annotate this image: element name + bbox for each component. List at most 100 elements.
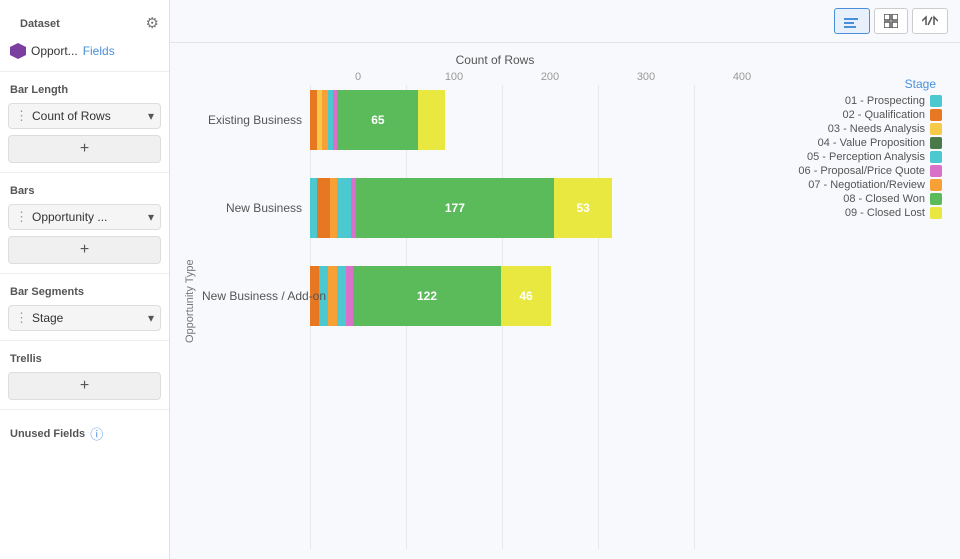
bar-row: Existing Business65 [310,85,790,155]
trellis-label: Trellis [0,347,169,369]
legend-color-swatch [930,165,942,177]
legend-item: 05 - Perception Analysis [798,151,942,163]
view-bar-button[interactable] [834,8,870,34]
bar-segments-pill[interactable]: ⋮ Stage ▾ [8,305,161,331]
view-grid-button[interactable] [874,8,908,34]
legend-item: 08 - Closed Won [798,193,942,205]
bar-segment: 65 [337,90,418,150]
divider-3 [0,273,169,274]
bar-stack: 17753 [310,178,612,238]
bar-label: New Business / Add-on [202,289,302,303]
legend-item-label: 03 - Needs Analysis [828,123,925,135]
x-tick-0: 0 [310,71,406,83]
bars-area: Existing Business65New Business17753New … [200,85,790,549]
chart-inner: Count of Rows 0 100 200 300 400 [200,53,790,549]
bar-chart-icon [844,14,860,28]
legend-item: 03 - Needs Analysis [798,123,942,135]
legend-item-label: 08 - Closed Won [843,193,925,205]
dataset-row: Opport... Fields [0,40,169,65]
x-axis: 0 100 200 300 400 [200,71,790,83]
legend-item: 02 - Qualification [798,109,942,121]
x-tick-100: 100 [406,71,502,83]
unused-fields-label: Unused Fields [10,428,85,440]
drag-icon-bars: ⋮ [15,209,28,225]
x-tick-200: 200 [502,71,598,83]
bar-segment [418,90,445,150]
chart-area: Opportunity Type Count of Rows 0 100 200… [170,43,960,559]
drag-icon-bar-length: ⋮ [15,108,28,124]
sidebar-header: Dataset ⚙ [0,8,169,40]
chart-container: Opportunity Type Count of Rows 0 100 200… [180,53,950,549]
legend-item: 07 - Negotiation/Review [798,179,942,191]
main-content: Opportunity Type Count of Rows 0 100 200… [170,0,960,559]
bar-segment [328,266,337,326]
bar-segment: 46 [501,266,551,326]
legend-color-swatch [930,207,942,219]
legend-color-swatch [930,151,942,163]
legend-color-swatch [930,137,942,149]
info-icon[interactable]: ⓘ [90,424,103,443]
legend-item-label: 06 - Proposal/Price Quote [798,165,925,177]
bar-label: New Business [202,201,302,215]
code-icon [922,14,938,28]
legend-color-swatch [930,179,942,191]
legend-item: 01 - Prospecting [798,95,942,107]
bar-length-label: Bar Length [0,78,169,100]
bar-segment [346,266,353,326]
legend-item-label: 09 - Closed Lost [845,207,925,219]
bars-pill[interactable]: ⋮ Opportunity ... ▾ [8,204,161,230]
bar-segment [337,266,346,326]
arrow-icon-segments: ▾ [148,311,154,325]
dataset-label: Dataset [10,12,70,34]
bar-row: New Business17753 [310,173,790,243]
bar-label: Existing Business [202,113,302,127]
legend-item-label: 01 - Prospecting [845,95,925,107]
view-code-button[interactable] [912,8,948,34]
bar-segment [310,178,317,238]
sidebar: Dataset ⚙ Opport... Fields Bar Length ⋮ … [0,0,170,559]
legend-item-label: 05 - Perception Analysis [807,151,925,163]
divider-2 [0,172,169,173]
bar-segment: 53 [554,178,613,238]
bars-label: Bars [0,179,169,201]
divider-1 [0,71,169,72]
legend: Stage 01 - Prospecting 02 - Qualification… [790,53,950,549]
bar-stack: 12246 [310,266,551,326]
bar-length-text: Count of Rows [32,109,146,123]
legend-title: Stage [798,77,942,91]
arrow-icon-bars: ▾ [148,210,154,224]
chart-plot: Existing Business65New Business17753New … [200,85,790,549]
legend-item: 06 - Proposal/Price Quote [798,165,942,177]
bar-row: New Business / Add-on12246 [310,261,790,331]
unused-fields-row: Unused Fields ⓘ [0,416,169,447]
bar-stack: 65 [310,90,445,150]
add-bars-button[interactable]: + [8,236,161,264]
chart-title: Count of Rows [200,53,790,67]
x-tick-400: 400 [694,71,790,83]
add-trellis-button[interactable]: + [8,372,161,400]
bar-segment [330,178,337,238]
bar-segments-label: Bar Segments [0,280,169,302]
y-axis-label: Opportunity Type [180,53,200,549]
fields-link[interactable]: Fields [83,44,115,58]
legend-item-label: 04 - Value Proposition [818,137,925,149]
gear-icon[interactable]: ⚙ [146,14,159,32]
divider-4 [0,340,169,341]
legend-item-label: 02 - Qualification [842,109,925,121]
bars-text: Opportunity ... [32,210,146,224]
grid-icon [884,14,898,28]
bar-segment [310,90,317,150]
legend-item-label: 07 - Negotiation/Review [808,179,925,191]
drag-icon-segments: ⋮ [15,310,28,326]
legend-color-swatch [930,123,942,135]
legend-color-swatch [930,95,942,107]
x-tick-300: 300 [598,71,694,83]
toolbar [170,0,960,43]
legend-color-swatch [930,109,942,121]
legend-item: 04 - Value Proposition [798,137,942,149]
bar-segment: 177 [356,178,554,238]
bar-length-pill[interactable]: ⋮ Count of Rows ▾ [8,103,161,129]
dataset-name: Opport... [31,44,78,58]
bar-segment [337,178,351,238]
add-bar-length-button[interactable]: + [8,135,161,163]
